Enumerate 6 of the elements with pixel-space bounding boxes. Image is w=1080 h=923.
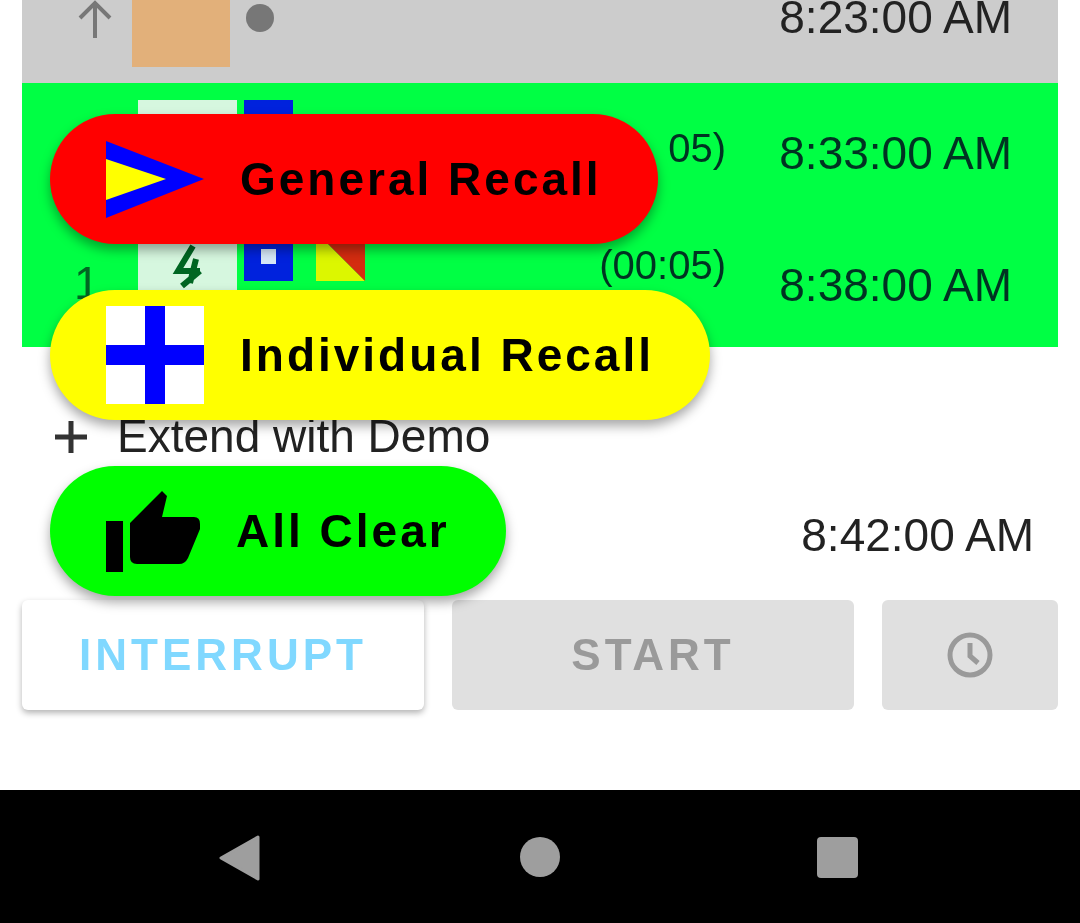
time-text: 8:38:00 AM (779, 262, 1012, 308)
duration-text: (00:05) (599, 245, 726, 285)
duration-text: 05) (668, 128, 726, 168)
time-text: 8:23:00 AM (779, 0, 1012, 40)
time-text: 8:33:00 AM (779, 130, 1012, 176)
end-time-text: 8:42:00 AM (801, 511, 1034, 558)
